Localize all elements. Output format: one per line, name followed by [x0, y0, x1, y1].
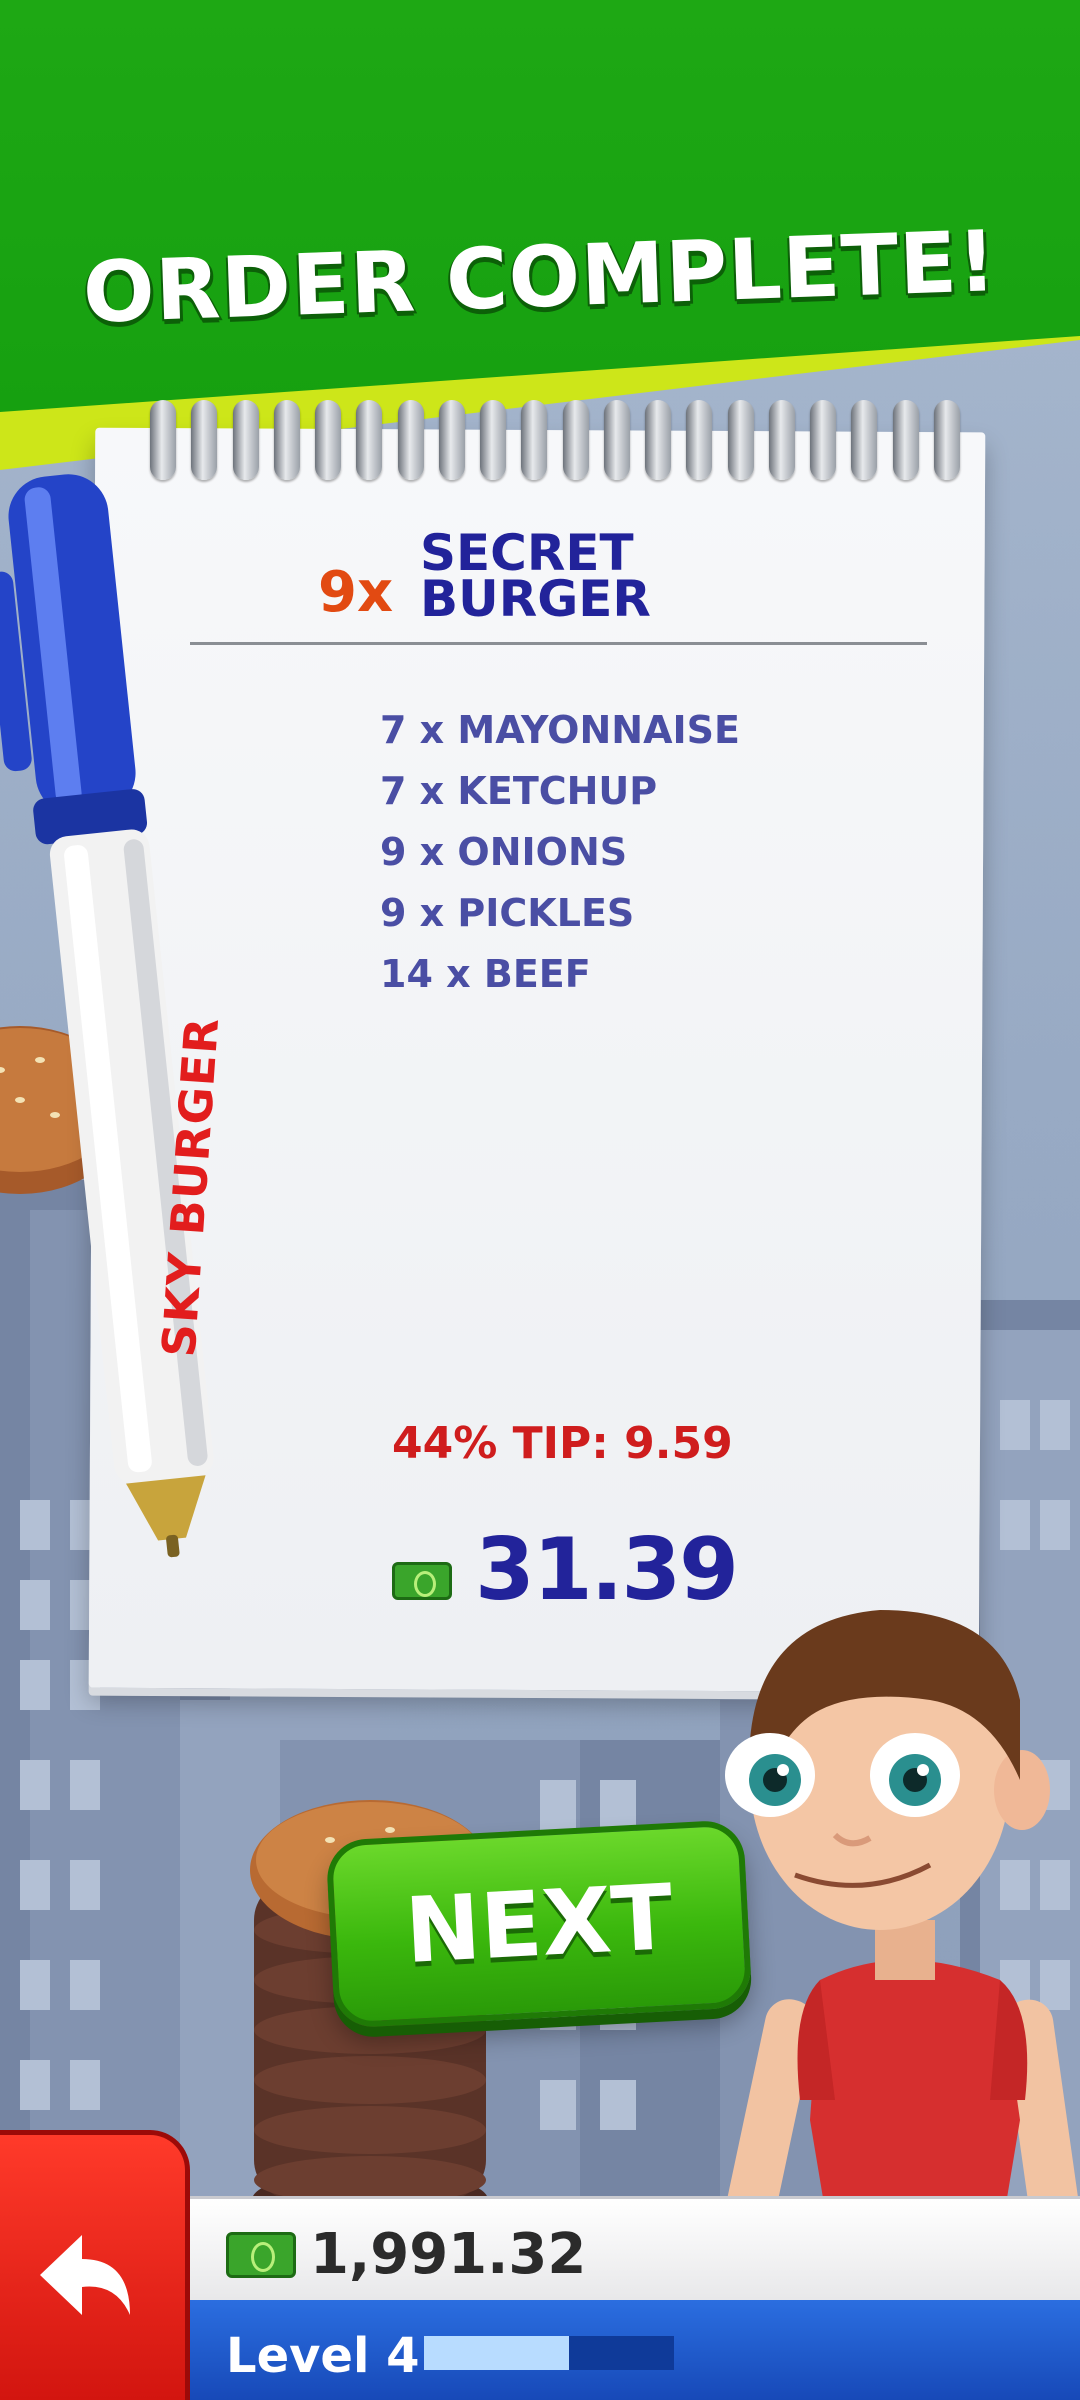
ingredient-item: 7 x MAYONNAISE [380, 708, 740, 752]
level-label: Level 4 [226, 2328, 420, 2384]
next-button-label: NEXT [402, 1864, 676, 1984]
money-balance: 1,991.32 [310, 2222, 587, 2287]
money-icon [226, 2232, 296, 2278]
ingredient-item: 14 x BEEF [380, 952, 591, 996]
order-quantity: 9x [318, 560, 394, 625]
order-total: 31.39 [475, 1520, 739, 1620]
back-button[interactable] [0, 2130, 190, 2400]
order-name-line2: BURGER [420, 570, 651, 628]
ingredient-item: 9 x ONIONS [380, 830, 628, 874]
back-arrow-icon [40, 2235, 130, 2315]
notepad-spiral [150, 400, 960, 480]
level-progress-fill [424, 2336, 569, 2370]
order-divider [190, 642, 927, 645]
burger-bun-icon [0, 1026, 100, 1194]
money-icon [392, 1562, 452, 1600]
next-button[interactable]: NEXT [325, 1819, 753, 2029]
tip-text: 44% TIP: 9.59 [392, 1418, 733, 1469]
order-name: SECRET BURGER [420, 528, 750, 628]
level-progress-bar [424, 2336, 674, 2370]
ingredient-list: 7 x MAYONNAISE 7 x KETCHUP 9 x ONIONS 9 … [380, 700, 740, 1005]
ingredient-item: 9 x PICKLES [380, 891, 635, 935]
ingredient-item: 7 x KETCHUP [380, 769, 658, 813]
